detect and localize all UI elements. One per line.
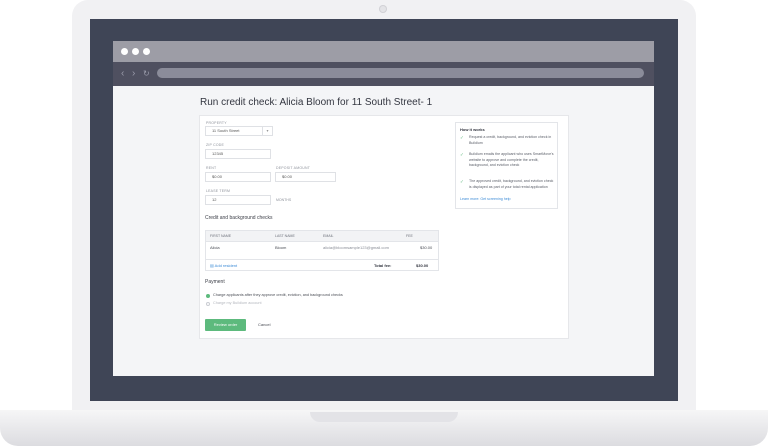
payment-option-account: Charge my Buildium account — [213, 301, 262, 305]
check-icon: ✓ — [460, 179, 464, 184]
col-first-name: FIRST NAME — [210, 234, 232, 238]
help-step-text: Buildium emails the applicant who uses S… — [469, 152, 554, 167]
payment-section-title: Payment — [205, 279, 225, 285]
window-maximize-dot[interactable] — [143, 48, 150, 55]
cell-fee: $30.00 — [420, 245, 433, 250]
rent-label: RENT — [206, 166, 217, 170]
camera — [379, 5, 387, 13]
help-step-text: The approved credit, background, and evi… — [469, 179, 554, 189]
payment-radio-account[interactable] — [206, 302, 210, 306]
property-value: 11 South Street — [212, 128, 240, 133]
help-title: How it works — [460, 127, 485, 132]
zip-field[interactable]: 12345 — [205, 149, 271, 159]
checks-table: FIRST NAME LAST NAME EMAIL FEE Alicia Bl… — [205, 230, 439, 271]
col-last-name: LAST NAME — [275, 234, 295, 238]
lease-term-unit: MONTHS — [276, 198, 292, 202]
col-email: EMAIL — [323, 234, 334, 238]
total-fee-value: $30.00 — [416, 263, 429, 268]
window-close-dot[interactable] — [121, 48, 128, 55]
chevron-left-icon[interactable]: ‹ — [121, 67, 124, 81]
payment-option-applicants: Charge applicants after they approve cre… — [213, 293, 343, 297]
window-minimize-dot[interactable] — [132, 48, 139, 55]
browser-titlebar — [113, 41, 654, 62]
check-icon: ✓ — [460, 135, 464, 140]
review-order-button[interactable]: Review order — [205, 319, 246, 331]
cell-first-name: Alicia — [210, 245, 220, 250]
cell-last-name: Bloom — [275, 245, 287, 250]
property-select[interactable]: 11 South Street ▾ — [205, 126, 273, 136]
address-bar[interactable] — [157, 68, 644, 78]
refresh-icon[interactable]: ↻ — [143, 67, 150, 81]
lease-term-label: LEASE TERM — [206, 189, 231, 193]
deposit-label: DEPOSIT AMOUNT — [276, 166, 311, 170]
property-label: PROPERTY — [206, 121, 227, 125]
chevron-down-icon: ▾ — [262, 127, 272, 135]
page-title: Run credit check: Alicia Bloom for 11 So… — [200, 97, 433, 108]
help-step-text: Request a credit, background, and evicti… — [469, 135, 552, 145]
add-resident-button[interactable]: ▤ Add resident — [210, 263, 237, 268]
how-it-works-panel: How it works ✓ Request a credit, backgro… — [456, 123, 557, 208]
add-resident-label: Add resident — [214, 263, 238, 268]
chevron-right-icon[interactable]: › — [132, 67, 135, 81]
browser-window: ‹ › ↻ Run credit check: Alicia Bloom for… — [113, 41, 654, 376]
screening-help-link[interactable]: Learn more: Get screening help — [460, 197, 511, 201]
deposit-field[interactable]: $0.00 — [275, 172, 336, 182]
browser-toolbar: ‹ › ↻ — [113, 62, 654, 86]
zip-label: ZIP CODE — [206, 143, 225, 147]
rent-field[interactable]: $0.00 — [205, 172, 271, 182]
check-icon: ✓ — [460, 152, 464, 157]
cell-email: alicia@bloomsample123@gmail.com — [323, 245, 389, 250]
checks-section-title: Credit and background checks — [205, 215, 273, 221]
col-fee: FEE — [406, 234, 413, 238]
lease-term-field[interactable]: 12 — [205, 195, 271, 205]
total-fee-label: Total fee: — [374, 263, 392, 268]
row-divider — [206, 259, 438, 260]
payment-radio-applicants[interactable] — [206, 294, 210, 298]
add-user-icon: ▤ — [210, 263, 214, 268]
checks-table-header: FIRST NAME LAST NAME EMAIL FEE — [206, 231, 438, 242]
cancel-button[interactable]: Cancel — [258, 322, 270, 327]
laptop-notch — [310, 412, 458, 422]
